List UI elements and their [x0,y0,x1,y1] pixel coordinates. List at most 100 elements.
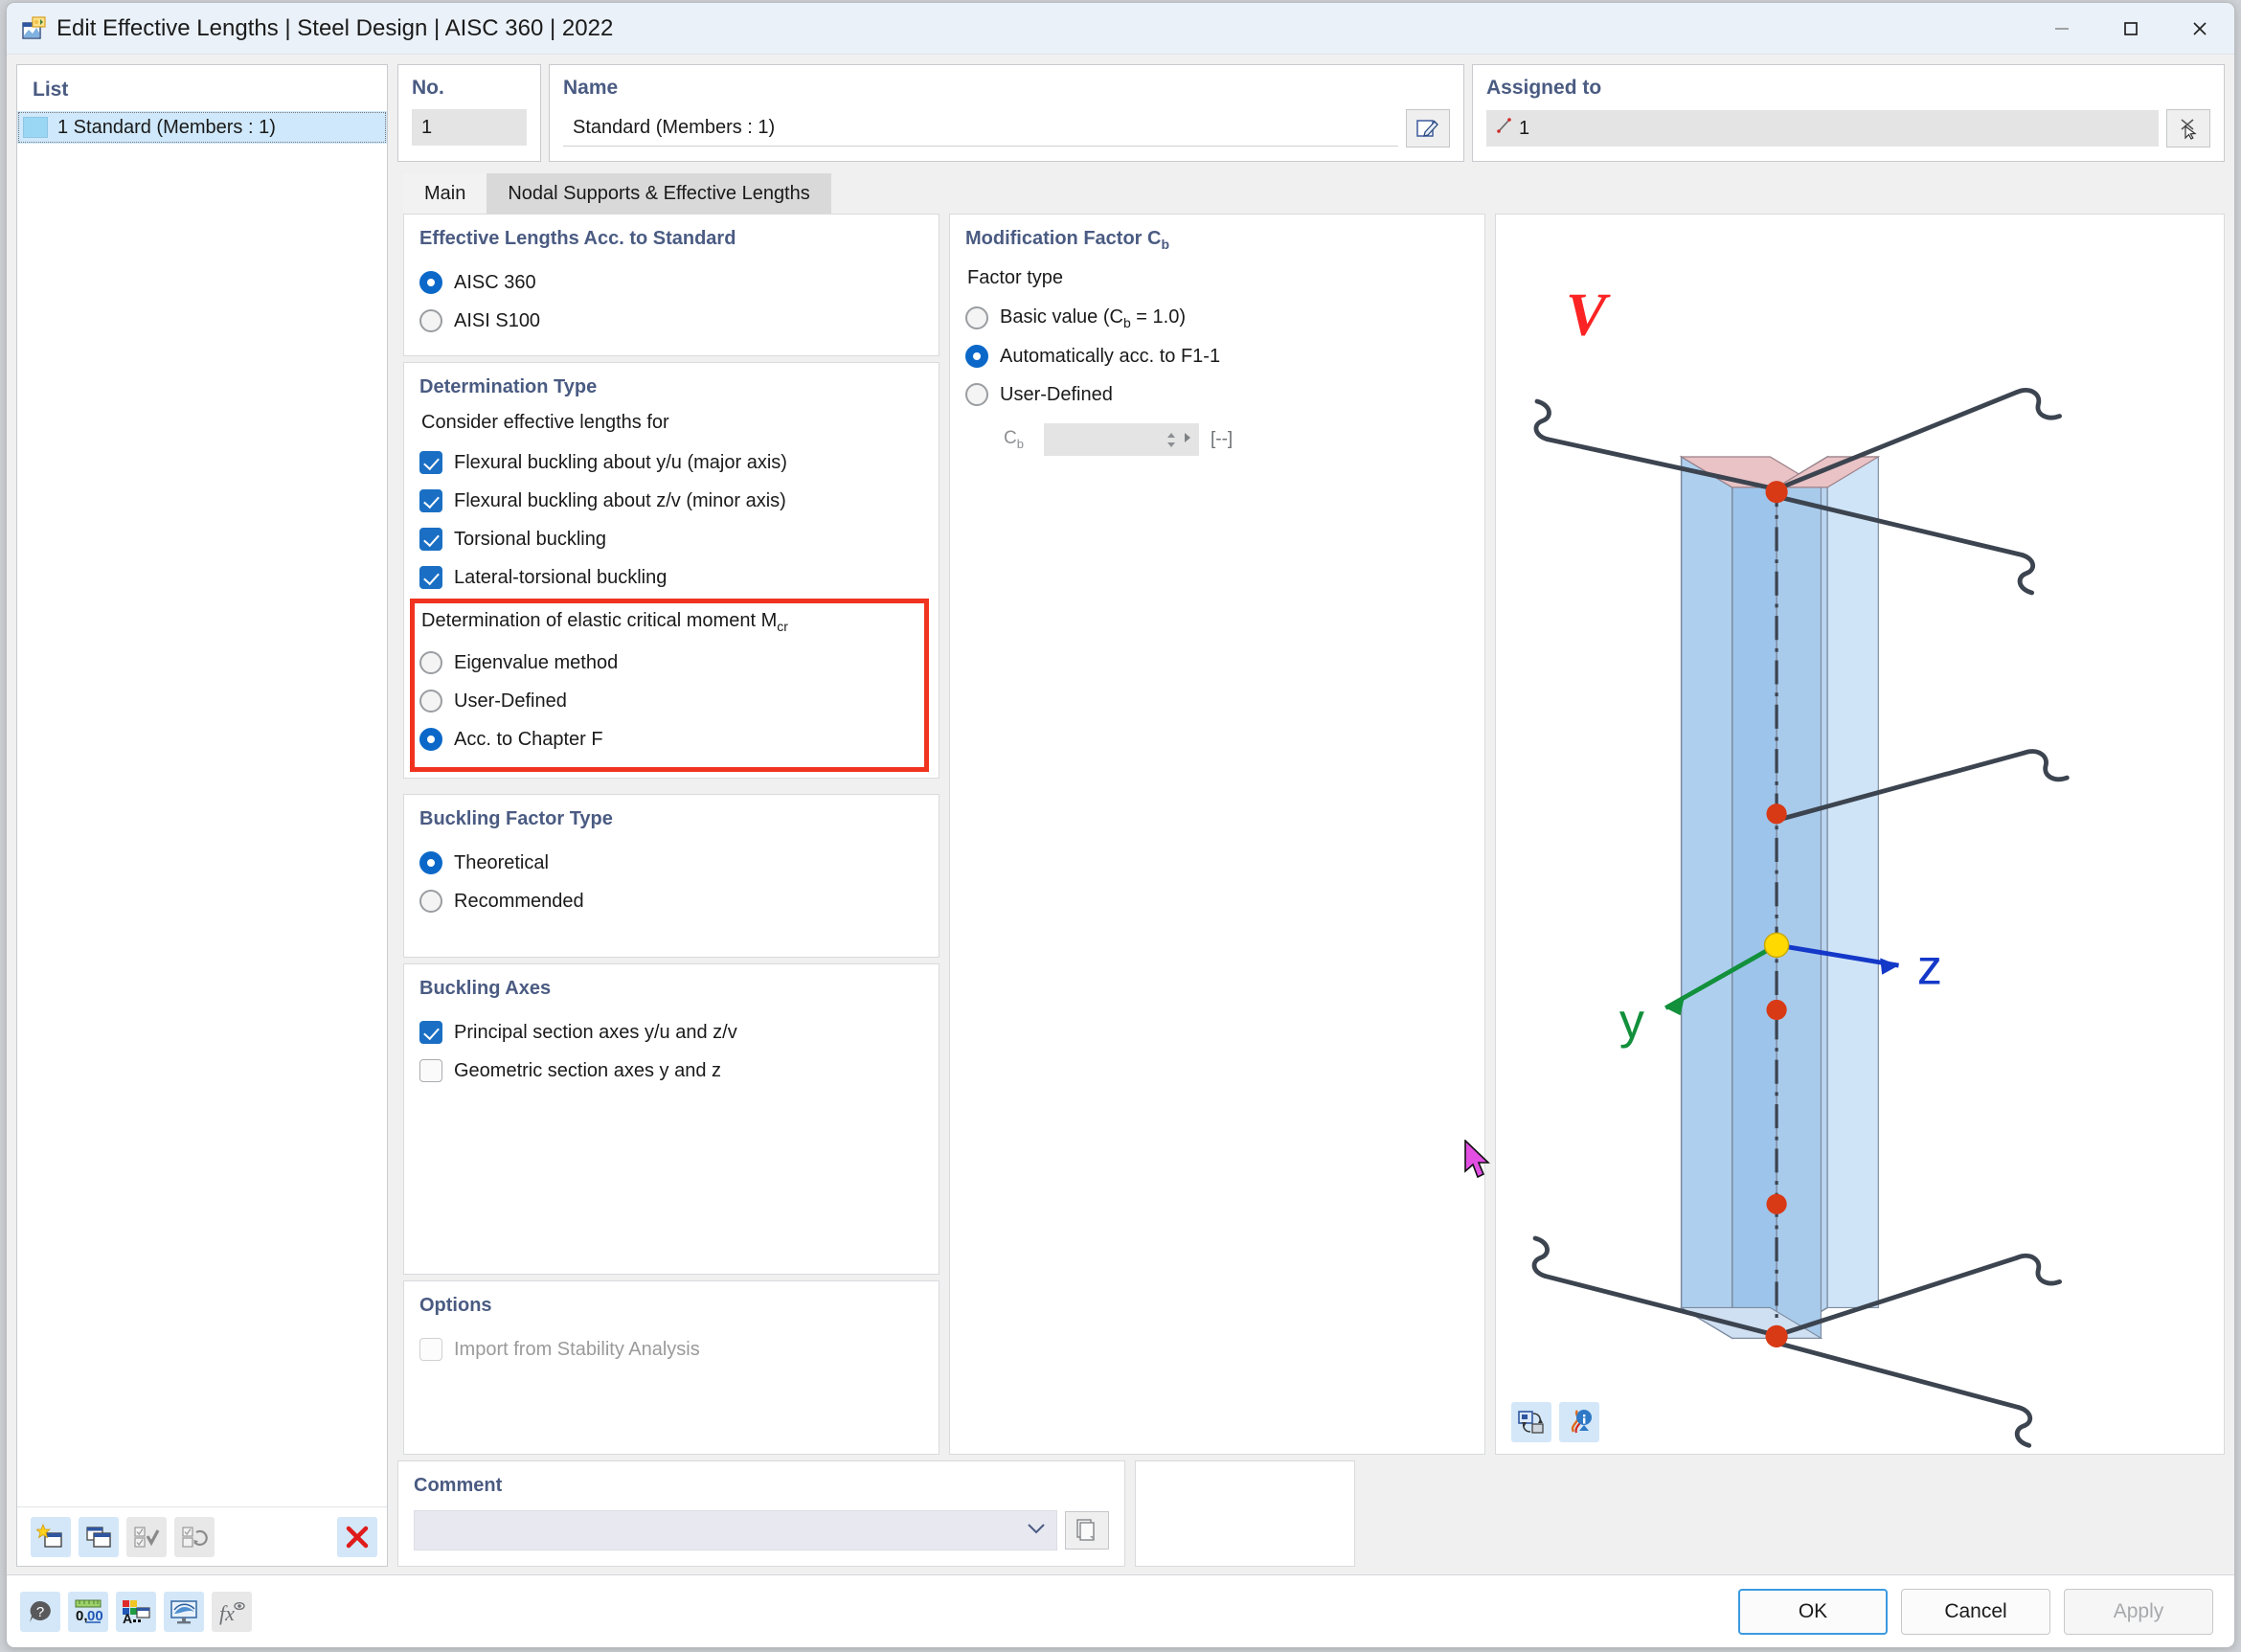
buckling-factor-type-title: Buckling Factor Type [419,808,613,829]
dialog-footer: ? 0, 00 A fx OK Cancel Apply [7,1574,2234,1647]
radio-label: AISI S100 [454,309,541,331]
model-viewport[interactable]: V y z [1495,214,2225,1455]
app-icon [22,15,47,41]
checkbox-icon [419,566,442,589]
assigned-field-group: Assigned to 1 [1472,64,2225,162]
checkbox-icon [419,489,442,512]
list-rows: 1 Standard (Members : 1) [17,111,387,1506]
list-item[interactable]: 1 Standard (Members : 1) [17,111,387,144]
minimize-button[interactable] [2027,3,2096,54]
comment-group: Comment [397,1460,1125,1567]
member-icon [1496,117,1513,140]
checkbox-label: Flexural buckling about z/v (minor axis) [454,489,786,511]
radio-label: Acc. to Chapter F [454,728,603,750]
radio-aisc-360[interactable]: AISC 360 [419,263,923,302]
chevron-down-icon[interactable] [1026,1520,1047,1541]
help-button[interactable]: ? [20,1591,60,1632]
svg-text:fx: fx [219,1601,235,1625]
spinner-arrows-icon [1166,432,1176,448]
settings-column: Effective Lengths Acc. to Standard AISC … [403,214,939,1455]
origin-node [1763,932,1790,959]
checkbox-icon [419,1338,442,1361]
viewport-column: V y z [1495,214,2225,1455]
tab-nodal-supports-effective-lengths[interactable]: Nodal Supports & Effective Lengths [487,173,831,214]
window-controls [2027,3,2234,54]
tab-main[interactable]: Main [403,173,487,214]
axis-z-label: z [1917,939,1942,995]
edit-name-button[interactable] [1406,109,1450,147]
top-fields: No. 1 Name Standard (Members : 1) Assign… [397,64,2225,162]
tab-bar: Main Nodal Supports & Effective Lengths [403,173,2225,214]
radio-label: User-Defined [454,690,567,712]
radio-basic-value[interactable]: Basic value (Cb = 1.0) [965,299,1469,337]
list-item-label: 1 Standard (Members : 1) [57,116,276,138]
checkbox-flexural-buckling-z[interactable]: Flexural buckling about z/v (minor axis) [419,482,923,520]
display-properties-button[interactable]: A [116,1591,156,1632]
svg-text:0,: 0, [76,1608,88,1624]
radio-user-defined-mcr[interactable]: User-Defined [419,682,923,720]
list-panel: List 1 Standard (Members : 1) [16,64,388,1567]
checkbox-geometric-section-axes[interactable]: Geometric section axes y and z [419,1052,923,1090]
radio-eigenvalue-method[interactable]: Eigenvalue method [419,644,923,682]
node-point [1765,1324,1788,1347]
footer-tools: ? 0, 00 A fx [20,1591,252,1632]
radio-label: Automatically acc. to F1-1 [1000,345,1221,367]
window-title: Edit Effective Lengths | Steel Design | … [57,14,614,41]
decimal-places-button[interactable]: 0, 00 [68,1591,108,1632]
formula-button: fx [212,1591,252,1632]
modification-factor-title-sub: b [1161,237,1170,252]
factor-type-label: Factor type [967,267,1064,288]
checkbox-icon [419,1021,442,1044]
radio-icon [965,383,988,406]
checkbox-lateral-torsional-buckling[interactable]: Lateral-torsional buckling [419,558,923,597]
radio-aisi-s100[interactable]: AISI S100 [419,302,923,340]
invert-selection-button [174,1516,215,1557]
duplicate-item-button[interactable] [79,1516,119,1557]
dialog-body: List 1 Standard (Members : 1) No. 1 Name… [7,55,2234,1574]
toggle-view-button[interactable] [1511,1402,1551,1442]
radio-acc-to-chapter-f[interactable]: Acc. to Chapter F [419,720,923,758]
buckling-axes-title: Buckling Axes [419,978,552,999]
radio-icon [419,309,442,332]
svg-text:A: A [123,1611,132,1625]
radio-theoretical[interactable]: Theoretical [419,844,923,882]
ok-button[interactable]: OK [1738,1588,1888,1635]
determination-type-group: Determination Type Consider effective le… [403,362,939,779]
axis-y-label: y [1619,993,1644,1049]
list-panel-title: List [33,79,69,101]
name-input[interactable]: Standard (Members : 1) [563,110,1398,147]
determination-type-title: Determination Type [419,376,598,397]
checkbox-label: Lateral-torsional buckling [454,566,668,588]
checkbox-flexural-buckling-y[interactable]: Flexural buckling about y/u (major axis) [419,443,923,482]
delete-item-button[interactable] [337,1516,377,1557]
comment-input[interactable] [414,1510,1057,1550]
node-point [1765,481,1788,504]
radio-icon [419,890,442,913]
rendering-button[interactable] [164,1591,204,1632]
radio-label: User-Defined [1000,383,1113,405]
comment-row: Comment [397,1460,2225,1567]
modification-factor-title: Modification Factor Cb [965,228,1469,252]
radio-icon [965,306,988,329]
options-title: Options [419,1295,492,1316]
radio-user-defined-cb[interactable]: User-Defined [965,375,1469,414]
radio-icon [419,728,442,751]
radio-automatically-acc-f1-1[interactable]: Automatically acc. to F1-1 [965,337,1469,375]
radio-label: Basic value (Cb = 1.0) [1000,306,1186,330]
new-item-button[interactable] [31,1516,71,1557]
pick-members-button[interactable] [2166,109,2210,147]
number-input[interactable]: 1 [412,109,527,146]
model-info-button[interactable] [1559,1402,1599,1442]
tab-content: Effective Lengths Acc. to Standard AISC … [397,214,2225,1455]
cb-unit: [--] [1211,429,1234,449]
checkbox-torsional-buckling[interactable]: Torsional buckling [419,520,923,558]
comment-library-button[interactable] [1065,1511,1109,1550]
maximize-button[interactable] [2096,3,2165,54]
checkbox-principal-section-axes[interactable]: Principal section axes y/u and z/v [419,1013,923,1052]
close-button[interactable] [2165,3,2234,54]
mcr-label-main: Determination of elastic critical moment… [421,610,778,631]
cancel-button[interactable]: Cancel [1901,1588,2050,1635]
assigned-input[interactable]: 1 [1486,110,2159,147]
standard-group: Effective Lengths Acc. to Standard AISC … [403,214,939,356]
radio-recommended[interactable]: Recommended [419,882,923,920]
